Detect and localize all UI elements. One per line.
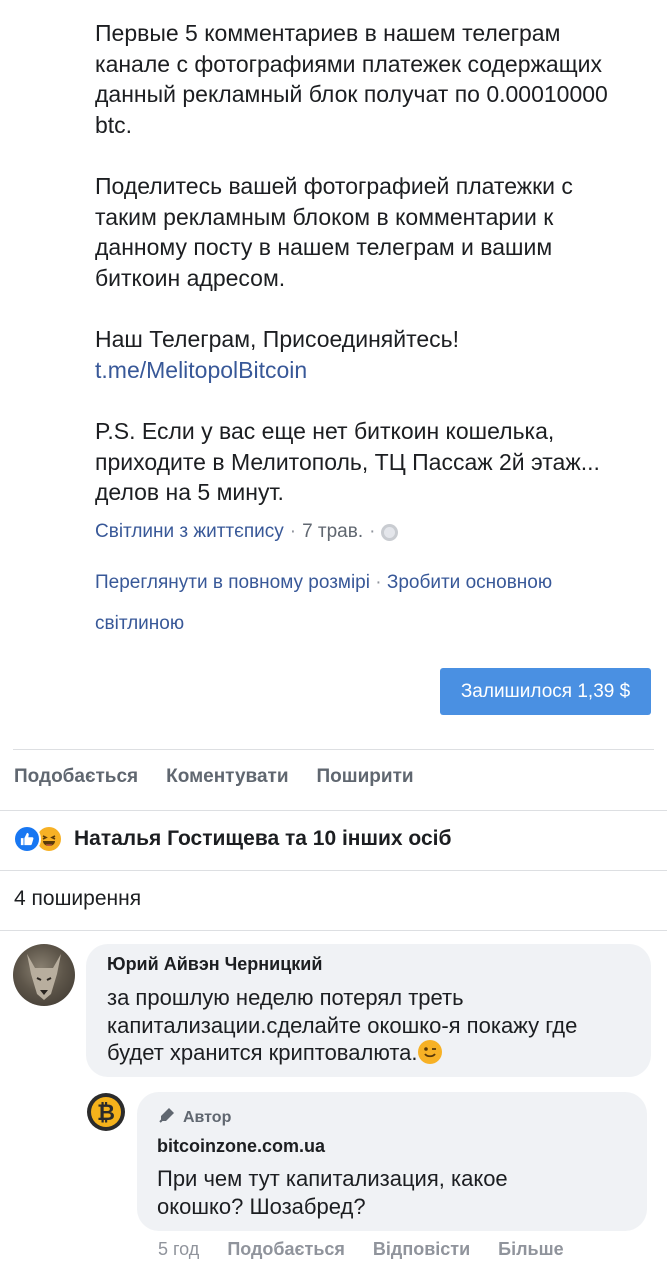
meta-separator: · [369,521,376,542]
comment-body: за прошлую неделю потерял треть капитали… [107,985,578,1065]
reply-text: При чем тут капитализация, какое окошко?… [157,1166,508,1219]
comment-bubble: Юрий Айвэн Черницкий за прошлую неделю п… [86,944,651,1077]
reply-more-button[interactable]: Більше [498,1239,563,1260]
post-paragraph-4: P.S. Если у вас еще нет биткоин кошелька… [95,418,600,505]
reply-respond-button[interactable]: Відповісти [373,1239,470,1260]
reactions-summary[interactable]: Наталья Гостищева та 10 інших осіб [13,825,451,853]
meta-separator: · [375,572,382,593]
like-button[interactable]: Подобається [14,766,138,788]
author-badge: Автор [157,1106,627,1129]
divider [13,749,654,750]
shares-count[interactable]: 4 поширення [14,887,141,911]
post-date[interactable]: 7 трав. [302,521,363,543]
post-paragraph-2: Поделитесь вашей фотографией платежки с … [95,173,573,291]
action-bar: Подобається Коментувати Поширити [14,766,414,788]
reply-like-button[interactable]: Подобається [227,1239,345,1260]
comment-button[interactable]: Коментувати [166,766,288,788]
reply-actions: 5 год Подобається Відповісти Більше [158,1239,564,1260]
reply-author[interactable]: bitcoinzone.com.ua [157,1136,627,1157]
microphone-icon [157,1106,177,1129]
comment-author[interactable]: Юрий Айвэн Черницкий [107,954,631,975]
post-paragraph-3: Наш Телеграм, Присоединяйтесь! [95,326,460,352]
globe-icon [381,523,399,541]
remaining-budget-button[interactable]: Залишилося 1,39 $ [440,668,651,715]
photo-actions: Переглянути в повному розмірі · Зробити … [95,562,635,644]
share-button[interactable]: Поширити [317,766,414,788]
divider [0,930,667,931]
post-text: Первые 5 комментариев в нашем телеграм к… [95,18,655,508]
view-full-size-link[interactable]: Переглянути в повному розмірі [95,572,370,593]
wink-emoji-icon [417,1040,442,1064]
author-badge-label: Автор [183,1108,232,1126]
telegram-link[interactable]: t.me/MelitopolBitcoin [95,355,655,386]
reply-time[interactable]: 5 год [158,1239,199,1260]
commenter-avatar[interactable] [13,944,75,1006]
comment-text: за прошлую неделю потерял треть капитали… [107,984,631,1067]
bitcoin-logo-icon: ₿ [97,1101,115,1126]
reply-bubble: Автор bitcoinzone.com.ua При чем тут кап… [137,1092,647,1231]
page-avatar[interactable]: ₿ [86,1092,126,1132]
album-link[interactable]: Світлини з життєпису [95,521,284,543]
reactions-label: Наталья Гостищева та 10 інших осіб [74,827,452,850]
divider [0,870,667,871]
photo-meta: Світлини з життєпису · 7 трав. · [95,521,399,543]
divider [0,810,667,811]
like-reaction-icon [13,825,41,853]
post-paragraph-1: Первые 5 комментариев в нашем телеграм к… [95,20,608,138]
meta-separator: · [289,521,297,542]
